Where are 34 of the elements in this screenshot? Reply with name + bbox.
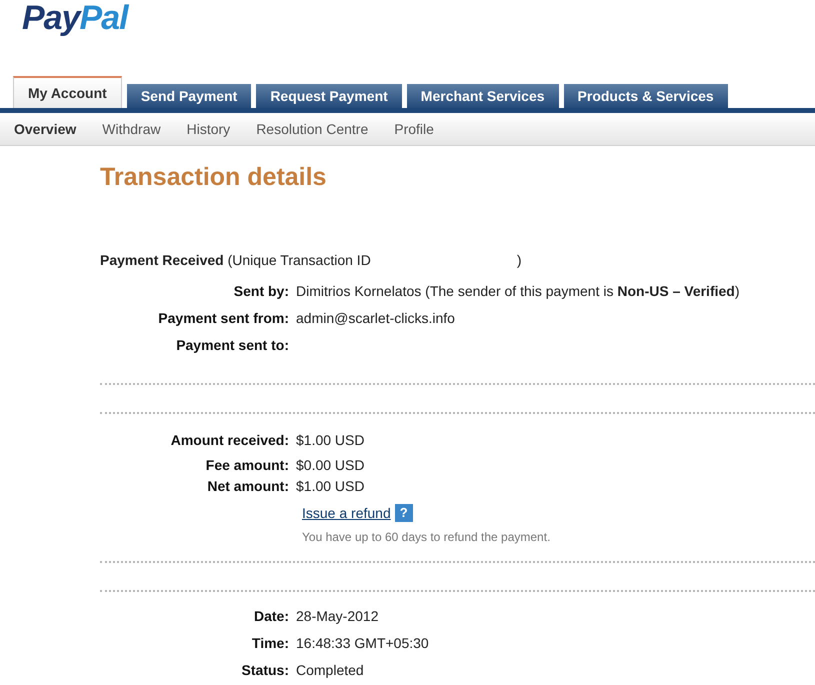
payment-heading: Payment Received (Unique Transaction ID — [100, 250, 371, 270]
subnav-link[interactable]: Overview — [14, 118, 76, 140]
nav-tab[interactable]: Merchant Services — [406, 84, 559, 108]
field-label: Sent by: — [232, 282, 290, 301]
field-label: Payment sent from: — [157, 308, 290, 328]
subnav-link[interactable]: Profile — [394, 118, 434, 140]
field-label: Payment sent to: — [175, 336, 290, 355]
help-icon[interactable]: ? — [394, 504, 413, 522]
page-title: Transaction details — [100, 162, 328, 193]
field-value: 16:48:33 GMT+05:30 — [296, 634, 429, 652]
field-value: $1.00 USD — [296, 476, 364, 496]
field-label: Date: — [252, 606, 290, 626]
nav-tab[interactable]: Products & Services — [564, 84, 728, 108]
field-label: Fee amount: — [204, 456, 290, 474]
subnav-link[interactable]: Withdraw — [102, 118, 161, 140]
nav-tab[interactable]: Send Payment — [126, 84, 252, 108]
field-value: admin@scarlet-clicks.info — [296, 308, 455, 328]
nav-tab[interactable]: My Account — [13, 76, 122, 108]
subnav-link[interactable]: History — [186, 118, 230, 140]
refund-note: You have up to 60 days to refund the payment. — [301, 528, 552, 546]
nav-tab[interactable]: Request Payment — [256, 84, 402, 108]
field-label: Status: — [240, 660, 290, 680]
refund-link[interactable]: Issue a refund — [302, 502, 391, 524]
field-value: Completed — [296, 660, 364, 680]
field-label: Time: — [250, 634, 290, 652]
field-label: Net amount: — [206, 476, 290, 496]
subnav-link[interactable]: Resolution Centre — [256, 118, 368, 140]
closing-paren: ) — [516, 250, 522, 270]
field-value: Dimitrios Kornelatos (The sender of this payment is Non-US – Verified) — [296, 282, 740, 301]
field-label: Amount received: — [170, 430, 290, 450]
field-value: $0.00 USD — [296, 456, 364, 474]
logo: PayPal — [22, 0, 128, 36]
field-value: 28-May-2012 — [296, 606, 378, 626]
field-value: $1.00 USD — [296, 430, 364, 450]
